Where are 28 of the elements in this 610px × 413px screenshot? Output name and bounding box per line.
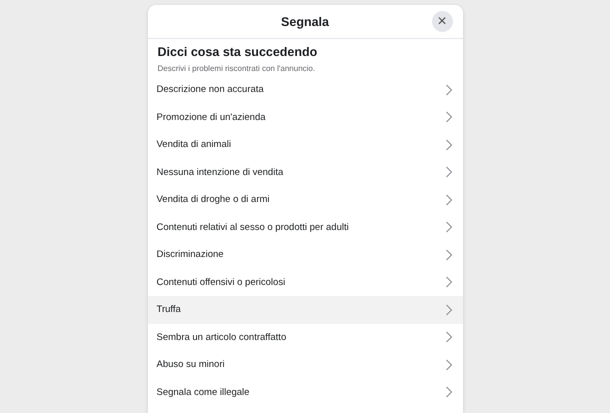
- chevron-right-icon: [444, 248, 452, 261]
- report-option[interactable]: Vendita di animali: [148, 131, 462, 158]
- close-button[interactable]: ×: [432, 11, 452, 32]
- chevron-right-icon: [444, 84, 452, 96]
- chevron-right-icon: [444, 304, 452, 316]
- section-heading: Dicci cosa sta succedendo: [158, 45, 318, 59]
- report-option[interactable]: Descrizione non accurata: [148, 76, 462, 104]
- chevron-right-icon: [444, 138, 452, 151]
- chevron-right-icon: [444, 221, 452, 234]
- report-option[interactable]: Vendita di droghe o di armi: [148, 186, 462, 214]
- report-option[interactable]: Contenuti relativi al sesso o prodotti per adulti: [148, 214, 462, 241]
- chevron-right-icon: [444, 166, 452, 178]
- report-option[interactable]: Segnala come illegale: [148, 378, 462, 406]
- chevron-right-icon: [444, 276, 452, 288]
- report-option[interactable]: Abuso su minori: [148, 351, 462, 378]
- chevron-right-icon: [444, 111, 452, 124]
- chevron-right-icon: [444, 358, 452, 371]
- section-subtitle: Descrivi i problemi riscontrati con l'annuncio.: [158, 64, 316, 73]
- report-option[interactable]: Nessuna intenzione di vendita: [148, 158, 462, 186]
- report-option[interactable]: Truffa: [148, 296, 462, 324]
- report-option[interactable]: Discriminazione: [148, 241, 462, 268]
- chevron-right-icon: [444, 386, 452, 398]
- dialog-title: Segnala: [281, 14, 329, 28]
- report-option[interactable]: Contenuti offensivi o pericolosi: [148, 268, 462, 296]
- report-option[interactable]: Promozione di un'azienda: [148, 104, 462, 131]
- report-option[interactable]: Sembra un articolo contraffatto: [148, 324, 462, 351]
- chevron-right-icon: [444, 194, 452, 206]
- chevron-right-icon: [444, 331, 452, 344]
